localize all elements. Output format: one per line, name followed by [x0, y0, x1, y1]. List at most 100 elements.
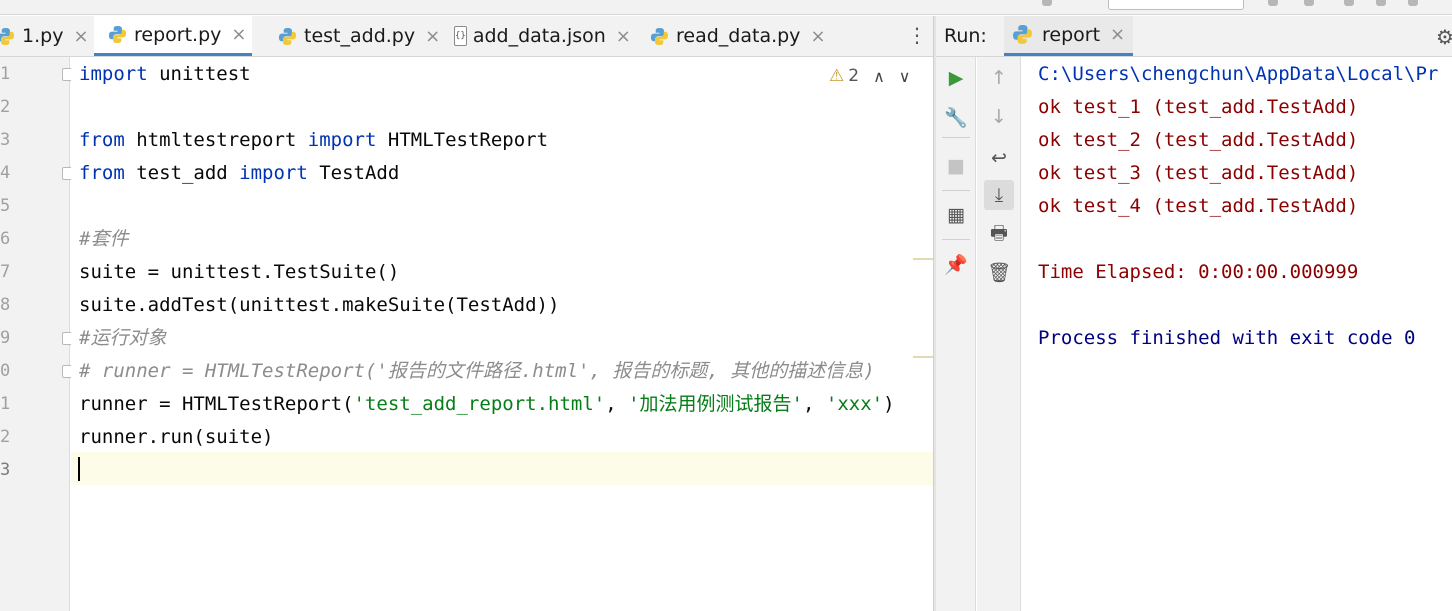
- line-number: 2: [0, 97, 11, 117]
- python-file-icon: [108, 25, 127, 44]
- toolbar-icon[interactable]: [1042, 0, 1052, 6]
- scroll-to-end-icon[interactable]: ⤓: [984, 180, 1014, 210]
- run-tab-report[interactable]: report ×: [1004, 16, 1134, 56]
- line-number: 1: [0, 394, 11, 414]
- soft-wrap-icon[interactable]: ↩: [984, 143, 1014, 173]
- line-number: 9: [0, 328, 11, 348]
- line-number: 0: [0, 361, 11, 381]
- editor-tab[interactable]: test_add.py ×: [264, 16, 440, 56]
- console-line: ok test_1 (test_add.TestAdd): [1038, 96, 1359, 118]
- console-line: ok test_3 (test_add.TestAdd): [1038, 162, 1359, 184]
- editor-tab-bar: 1.py × report.py × test_add.py ×{} add_data.js…: [0, 16, 934, 57]
- code-line: #运行对象: [79, 322, 166, 355]
- code-token: TestAdd: [307, 162, 400, 184]
- gear-icon[interactable]: ⚙: [1436, 25, 1452, 49]
- json-file-icon: {}: [454, 26, 467, 46]
- code-token: suite.addTest(unittest.makeSuite(TestAdd…: [79, 294, 560, 316]
- console-line: Process finished with exit code 0: [1038, 327, 1416, 349]
- console-line: ok test_2 (test_add.TestAdd): [1038, 129, 1359, 151]
- code-token: from: [79, 162, 125, 184]
- down-arrow-icon[interactable]: ↓: [984, 102, 1014, 132]
- line-number: 7: [0, 262, 11, 282]
- code-token: import: [239, 162, 308, 184]
- line-number: 3: [0, 130, 11, 150]
- current-line-highlight: [71, 452, 933, 485]
- inspection-widget[interactable]: ⚠ 2 ∧ ∨: [829, 63, 911, 89]
- code-token: #运行对象: [79, 327, 167, 349]
- debug-icon[interactable]: [1304, 0, 1314, 6]
- wrench-icon[interactable]: 🔧: [941, 102, 971, 132]
- previous-highlight-icon[interactable]: ∧: [873, 67, 885, 86]
- line-number: 8: [0, 295, 11, 315]
- python-file-icon: [278, 27, 297, 46]
- editor-tab[interactable]: read_data.py ×: [636, 16, 826, 56]
- code-line: from htmltestreport import HTMLTestRepor…: [79, 124, 548, 157]
- stop-toolbar-icon[interactable]: [1408, 0, 1418, 6]
- console-line: C:\Users\chengchun\AppData\Local\Pr: [1038, 63, 1439, 85]
- line-number: 1: [0, 64, 11, 84]
- pin-icon[interactable]: 📌: [941, 249, 971, 279]
- run-icon[interactable]: [1268, 0, 1278, 6]
- close-icon[interactable]: ×: [73, 26, 88, 47]
- coverage-icon[interactable]: [1344, 0, 1354, 6]
- run-panel-header: Run: report × ⚙: [936, 16, 1452, 57]
- scrollbar-marker[interactable]: [913, 258, 933, 260]
- editor-gutter: 1 2 3 4 5 6 7 8 9 0 1 2 3: [0, 57, 74, 611]
- code-token: '加法用例测试报告': [628, 393, 803, 415]
- print-icon[interactable]: 🖶: [984, 220, 1014, 250]
- run-tab-label: report: [1042, 23, 1101, 46]
- code-token: #套件: [79, 228, 129, 250]
- code-line: import unittest: [79, 58, 251, 91]
- profile-icon[interactable]: [1376, 0, 1386, 6]
- line-number: 3: [0, 460, 11, 480]
- toolbar-separator: [942, 239, 970, 240]
- code-token: ,: [605, 393, 629, 415]
- code-token: import: [307, 129, 377, 151]
- code-token: ,: [803, 393, 826, 415]
- code-token: HTMLTestReport: [376, 129, 549, 151]
- python-file-icon: [1012, 24, 1033, 45]
- toolbar-separator: [942, 137, 970, 138]
- code-line: from test_add import TestAdd: [79, 157, 399, 190]
- editor-tab[interactable]: {} add_data.json ×: [440, 16, 631, 56]
- editor-tab[interactable]: report.py ×: [94, 16, 252, 56]
- code-token: runner.run(suite): [79, 426, 274, 448]
- stop-icon[interactable]: ■: [941, 151, 971, 181]
- python-file-icon: [0, 27, 15, 46]
- more-tabs-menu-icon[interactable]: ⋮: [907, 23, 927, 47]
- code-token: test_add: [124, 162, 240, 184]
- editor-tab-label: 1.py: [22, 25, 64, 47]
- close-icon[interactable]: ×: [231, 24, 246, 45]
- close-icon[interactable]: ×: [1110, 24, 1125, 45]
- layout-icon[interactable]: ▦: [941, 200, 971, 230]
- editor-tab-label: read_data.py: [676, 25, 801, 47]
- code-token: runner = HTMLTestReport(: [79, 393, 354, 415]
- run-configuration-selector[interactable]: [1108, 0, 1244, 10]
- code-editor[interactable]: import unittest from htmltestreport impor…: [71, 57, 933, 611]
- code-token: ): [883, 393, 895, 415]
- up-arrow-icon[interactable]: ↑: [984, 63, 1014, 93]
- next-highlight-icon[interactable]: ∨: [899, 67, 911, 86]
- code-token: unittest: [147, 63, 251, 85]
- code-token: import: [79, 63, 148, 85]
- close-icon[interactable]: ×: [425, 26, 440, 47]
- code-line: runner = HTMLTestReport('test_add_report…: [79, 388, 895, 421]
- code-token: suite = unittest.TestSuite(): [79, 261, 400, 283]
- close-icon[interactable]: ×: [616, 26, 631, 47]
- trash-icon[interactable]: 🗑: [984, 257, 1014, 287]
- code-token: from: [79, 129, 125, 151]
- run-toolbar-right: ↑ ↓ ↩ ⤓ 🖶 🗑: [977, 57, 1021, 611]
- warning-count: 2: [848, 66, 860, 86]
- run-console[interactable]: C:\Users\chengchun\AppData\Local\Pr ok te…: [1022, 57, 1452, 611]
- scrollbar-marker[interactable]: [913, 356, 933, 358]
- code-line: runner.run(suite): [79, 421, 273, 454]
- close-icon[interactable]: ×: [810, 26, 825, 47]
- editor-tab-label: add_data.json: [472, 25, 606, 47]
- run-toolbar-left: ▶ 🔧 ■ ▦ 📌: [936, 57, 976, 611]
- editor-tab-label: report.py: [134, 23, 222, 46]
- python-file-icon: [650, 27, 669, 46]
- editor-tab-label: test_add.py: [304, 25, 416, 47]
- run-panel-label: Run:: [944, 25, 987, 47]
- rerun-icon[interactable]: ▶: [941, 63, 971, 93]
- editor-tab[interactable]: 1.py ×: [0, 16, 94, 56]
